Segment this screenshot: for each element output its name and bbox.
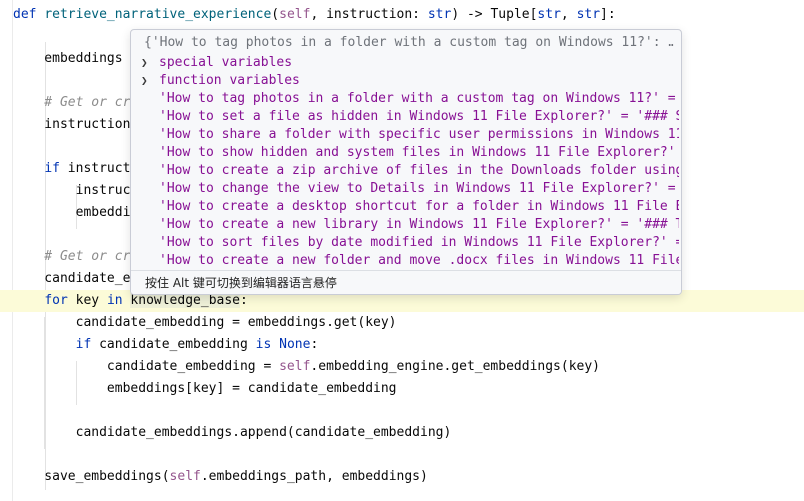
code-token: ]: [600, 7, 616, 22]
code-token: candidate_embedding [91, 337, 256, 352]
code-line[interactable]: candidate_embedding = embeddings.get(key… [0, 312, 804, 334]
tree-entry[interactable]: 'How to create a new folder and move .do… [131, 252, 681, 270]
code-token: # Get or cr [13, 95, 131, 110]
code-token: , [560, 7, 577, 22]
code-token: .embedding_engine.get_embeddings(key) [310, 359, 601, 374]
code-token: self [279, 359, 311, 374]
code-token: embeddings[key] = candidate_embedding [13, 381, 397, 396]
code-token: def [13, 7, 45, 22]
code-token: instruction [13, 117, 131, 132]
tree-entry[interactable]: 'How to create a desktop shortcut for a … [131, 198, 681, 216]
code-token: for [44, 293, 68, 308]
code-token: str [576, 7, 601, 22]
code-token: if [44, 161, 60, 176]
tree-entry[interactable]: 'How to sort files by date modified in W… [131, 234, 681, 252]
code-token: : [240, 293, 248, 308]
tree-entry[interactable]: 'How to show hidden and system files in … [131, 144, 681, 162]
code-token: embeddi [13, 205, 131, 220]
code-token: key [67, 293, 107, 308]
popup-footer: 按住 Alt 键可切换到编辑器语言悬停 [131, 270, 681, 294]
tree-entry[interactable]: 'How to set a file as hidden in Windows … [131, 108, 681, 126]
code-token: ) -> Tuple[ [451, 7, 538, 22]
chevron-right-icon[interactable]: ❯ [141, 72, 153, 90]
code-line[interactable]: embeddings[key] = candidate_embedding [0, 378, 804, 400]
code-line[interactable]: candidate_embeddings.append(candidate_em… [0, 422, 804, 444]
code-token: if [75, 337, 92, 352]
code-token: , instruction: [310, 7, 428, 22]
tree-entry[interactable]: 'How to share a folder with specific use… [131, 126, 681, 144]
code-token: self [169, 469, 201, 484]
code-line[interactable] [0, 444, 804, 466]
code-token: is None [255, 337, 311, 352]
tree-entry[interactable]: 'How to create a zip archive of files in… [131, 162, 681, 180]
code-token: str [427, 7, 452, 22]
code-token: : [310, 337, 319, 352]
tree-entry[interactable]: 'How to create a new library in Windows … [131, 216, 681, 234]
tree-group-label: special variables [159, 55, 293, 70]
code-token: candidate_embeddings.append(candidate_em… [13, 425, 452, 440]
tree-entry-value: 'How to set a file as hidden in Windows … [159, 109, 679, 124]
code-line[interactable]: def retrieve_narrative_experience(self, … [0, 4, 804, 26]
tree-group-label: function variables [159, 73, 300, 88]
code-line[interactable]: save_embeddings(self.embeddings_path, em… [0, 466, 804, 488]
tree-entry-value: 'How to create a zip archive of files in… [159, 163, 679, 178]
popup-title: {'How to tag photos in a folder with a c… [144, 35, 674, 50]
debugger-variable-popup[interactable]: {'How to tag photos in a folder with a c… [130, 29, 682, 295]
code-token: embeddings [13, 51, 131, 66]
tree-group-special-variables[interactable]: ❯ special variables [131, 54, 681, 72]
code-token: self [279, 7, 311, 22]
code-token: retrieve_narrative_experience [44, 7, 272, 22]
tree-entry[interactable]: 'How to tag photos in a folder with a cu… [131, 90, 681, 108]
tree-entry-value: 'How to show hidden and system files in … [159, 145, 679, 160]
code-token: in [106, 293, 123, 308]
tree-entry-value: 'How to sort files by date modified in W… [159, 235, 679, 250]
code-token: knowledge_base [130, 293, 240, 308]
chevron-right-icon[interactable]: ❯ [141, 54, 153, 72]
code-token: ( [271, 7, 280, 22]
code-token: candidate_embedding = [13, 359, 280, 374]
code-token: # Get or cr [13, 249, 131, 264]
tree-entry[interactable]: 'How to change the view to Details in Wi… [131, 180, 681, 198]
tree-entry-value: 'How to create a desktop shortcut for a … [159, 199, 679, 214]
code-token: save_embeddings( [13, 469, 170, 484]
tree-entry-value: 'How to create a new folder and move .do… [159, 253, 679, 268]
code-token: candidate_embedding = embeddings.get(key… [13, 315, 397, 330]
tree-entry-value: 'How to tag photos in a folder with a cu… [159, 91, 676, 106]
tree-entry-value: 'How to create a new library in Windows … [159, 217, 679, 232]
code-line[interactable]: if candidate_embedding is None: [0, 334, 804, 356]
code-token: candidate_e [13, 271, 131, 286]
code-token: str [537, 7, 561, 22]
code-token: instruct [59, 161, 131, 176]
tree-group-function-variables[interactable]: ❯ function variables [131, 72, 681, 90]
code-line[interactable] [0, 400, 804, 422]
code-line[interactable]: candidate_embedding = self.embedding_eng… [0, 356, 804, 378]
popup-footer-hint: 按住 Alt 键可切换到编辑器语言悬停 [145, 276, 337, 290]
tree-entry-value: 'How to share a folder with specific use… [159, 127, 679, 142]
code-token: instruc [13, 183, 131, 198]
tree-entry-value: 'How to change the view to Details in Wi… [159, 181, 676, 196]
code-token: .embeddings_path, embeddings) [200, 469, 428, 484]
